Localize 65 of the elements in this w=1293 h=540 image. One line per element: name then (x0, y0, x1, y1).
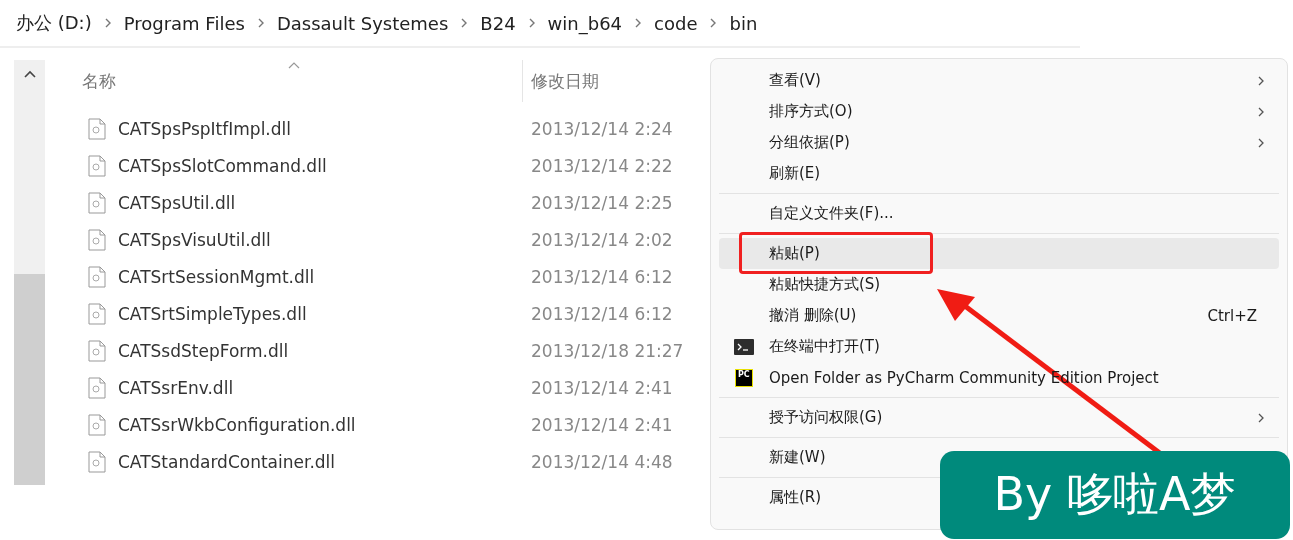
file-icon (88, 339, 106, 362)
file-icon (88, 376, 106, 399)
modified-date: 2013/12/14 2:41 (531, 414, 673, 435)
file-icon (88, 228, 106, 251)
file-name[interactable]: CATSsrEnv.dll (118, 377, 531, 398)
shortcut-text: Ctrl+Z (1207, 306, 1257, 325)
chevron-icon (103, 17, 112, 29)
menu-item[interactable]: 自定义文件夹(F)... (719, 198, 894, 229)
modified-date: 2013/12/14 2:25 (531, 192, 673, 213)
chevron-icon (460, 17, 469, 29)
menu-item[interactable]: 分组依据(P) (719, 127, 1279, 158)
sort-caret-icon (288, 62, 301, 69)
file-name[interactable]: CATSpsUtil.dll (118, 192, 531, 213)
menu-item[interactable]: 属性(R) (719, 482, 822, 513)
menu-item[interactable]: 刷新(E) (719, 158, 821, 189)
modified-date: 2013/12/14 2:02 (531, 229, 673, 250)
breadcrumb-item[interactable]: bin (729, 12, 758, 34)
breadcrumb-item[interactable]: win_b64 (547, 12, 623, 34)
menu-item[interactable]: 授予访问权限(G) (719, 402, 1279, 433)
file-name[interactable]: CATSpsVisuUtil.dll (118, 229, 531, 250)
terminal-icon (734, 338, 754, 355)
scrollbar[interactable] (14, 60, 45, 485)
scrollbar-thumb[interactable] (14, 274, 45, 485)
menu-item[interactable]: 粘贴(P) (719, 238, 1279, 269)
breadcrumb-item[interactable]: 办公 (D:) (16, 11, 92, 35)
column-header[interactable]: 名称 (45, 60, 522, 102)
modified-date: 2013/12/14 2:24 (531, 118, 673, 139)
menu-item[interactable]: 粘贴快捷方式(S) (719, 269, 881, 300)
file-name[interactable]: CATSsdStepForm.dll (118, 340, 531, 361)
file-name[interactable]: CATSsrWkbConfiguration.dll (118, 414, 531, 435)
modified-date: 2013/12/14 6:12 (531, 266, 673, 287)
file-name[interactable]: CATStandardContainer.dll (118, 451, 531, 472)
modified-date: 2013/12/14 4:48 (531, 451, 673, 472)
file-name[interactable]: CATSpsPspItfImpl.dll (118, 118, 531, 139)
modified-date: 2013/12/14 2:41 (531, 377, 673, 398)
file-icon (88, 154, 106, 177)
menu-item[interactable]: 撤消 删除(U) Ctrl+Z (719, 300, 1279, 331)
menu-item[interactable]: 新建(W) (719, 442, 826, 473)
modified-date: 2013/12/14 2:22 (531, 155, 673, 176)
file-name[interactable]: CATSrtSimpleTypes.dll (118, 303, 531, 324)
scroll-up-icon[interactable] (23, 70, 36, 78)
app-icon: PC (735, 368, 753, 387)
breadcrumb-item[interactable]: code (654, 12, 698, 34)
file-icon (88, 117, 106, 140)
breadcrumb-item[interactable]: Dassault Systemes (276, 12, 449, 34)
column-header[interactable]: 修改日期 (522, 60, 599, 102)
modified-date: 2013/12/14 6:12 (531, 303, 673, 324)
file-icon (88, 450, 106, 473)
menu-item[interactable]: 查看(V) (719, 65, 1279, 96)
chevron-icon (256, 17, 265, 29)
menu-item[interactable]: 排序方式(O) (719, 96, 1279, 127)
breadcrumb-item[interactable]: B24 (480, 12, 516, 34)
breadcrumb-item[interactable]: Program Files (123, 12, 245, 34)
author-label: By 哆啦A梦 (940, 451, 1290, 539)
chevron-icon (527, 17, 536, 29)
file-icon (88, 413, 106, 436)
modified-date: 2013/12/18 21:27 (531, 340, 684, 361)
file-icon (88, 191, 106, 214)
file-icon (88, 265, 106, 288)
chevron-icon (634, 17, 643, 29)
file-name[interactable]: CATSrtSessionMgmt.dll (118, 266, 531, 287)
file-name[interactable]: CATSpsSlotCommand.dll (118, 155, 531, 176)
file-icon (88, 302, 106, 325)
menu-item[interactable]: 在终端中打开(T) (719, 331, 880, 362)
chevron-icon (709, 17, 718, 29)
